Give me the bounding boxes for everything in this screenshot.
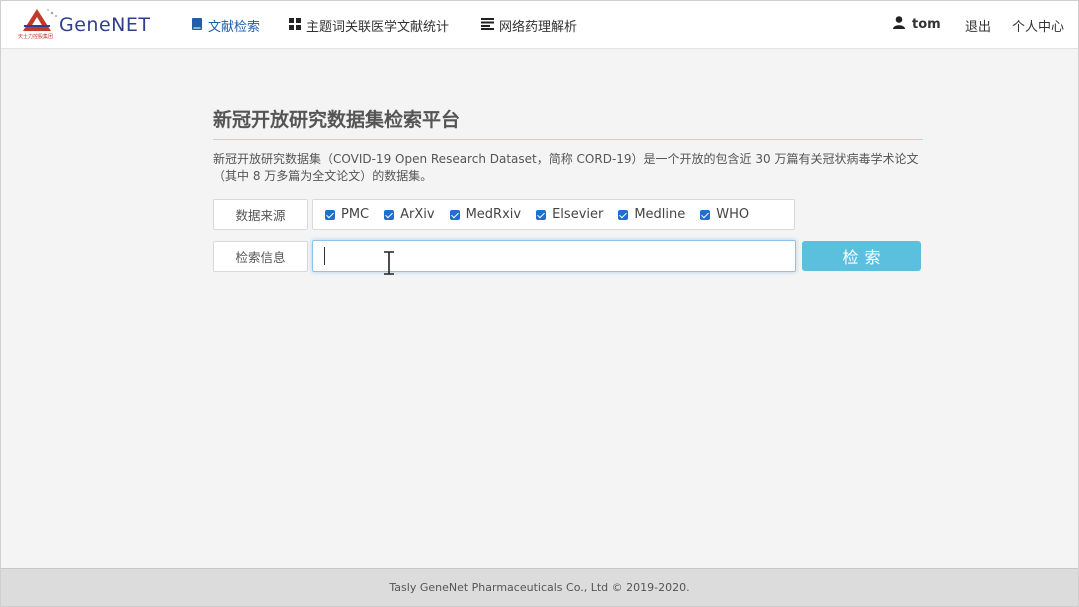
top-navbar: GeneNET 天士力控股集团 文献检索 主题词关联医学文献统计 网络药理解析 … <box>1 1 1078 49</box>
logout-link[interactable]: 退出 <box>965 16 991 35</box>
brand-subtitle: 天士力控股集团 <box>18 34 54 40</box>
grid-icon <box>289 17 301 34</box>
source-option-who[interactable]: WHO <box>700 207 749 222</box>
nav-literature-search[interactable]: 文献检索 <box>192 16 260 35</box>
user-icon <box>893 16 905 33</box>
nav-item-label: 主题词关联医学文献统计 <box>306 20 450 35</box>
copyright-text: Tasly GeneNet Pharmaceuticals Co., Ltd ©… <box>389 581 690 594</box>
username: tom <box>912 17 941 32</box>
text-caret <box>324 247 325 265</box>
user-menu[interactable]: tom <box>893 16 941 33</box>
source-label: 数据来源 <box>213 199 308 230</box>
dataset-description: 新冠开放研究数据集（COVID-19 Open Research Dataset… <box>213 152 919 183</box>
source-option-medline[interactable]: Medline <box>618 207 685 222</box>
list-icon <box>481 17 494 34</box>
source-option-label: WHO <box>716 207 750 222</box>
source-option-label: ArXiv <box>400 207 435 222</box>
nav-item-label: 文献检索 <box>208 20 261 35</box>
nav-mesh-statistics[interactable]: 主题词关联医学文献统计 <box>289 16 449 35</box>
checkbox-checked[interactable] <box>700 209 711 220</box>
source-option-label: MedRxiv <box>465 207 522 222</box>
text-cursor-icon <box>384 251 394 275</box>
checkbox-checked[interactable] <box>449 209 460 220</box>
brand-logo[interactable]: GeneNET 天士力控股集团 <box>15 5 157 45</box>
checkbox-checked[interactable] <box>384 209 395 220</box>
brand-name: GeneNET <box>59 14 151 36</box>
book-icon <box>192 17 203 34</box>
page-title: 新冠开放研究数据集检索平台 <box>213 109 461 131</box>
nav-network-pharmacology[interactable]: 网络药理解析 <box>481 16 577 35</box>
source-option-pmc[interactable]: PMC <box>325 207 369 222</box>
checkbox-checked[interactable] <box>325 209 335 220</box>
source-checkbox-group: PMC ArXiv MedRxiv Elsevier Medline WHO <box>312 199 795 230</box>
checkbox-checked[interactable] <box>618 209 629 220</box>
source-option-arxiv[interactable]: ArXiv <box>384 207 435 222</box>
source-option-label: Medline <box>634 207 686 222</box>
source-option-medrxiv[interactable]: MedRxiv <box>449 207 522 222</box>
checkbox-checked[interactable] <box>536 209 547 220</box>
source-option-label: Elsevier <box>552 207 604 222</box>
profile-link[interactable]: 个人中心 <box>1012 16 1064 35</box>
source-option-elsevier[interactable]: Elsevier <box>536 207 603 222</box>
title-divider <box>213 139 923 140</box>
source-option-label: PMC <box>341 207 370 222</box>
search-button[interactable]: 检索 <box>802 241 921 271</box>
page-footer: Tasly GeneNet Pharmaceuticals Co., Ltd ©… <box>1 568 1078 606</box>
nav-item-label: 网络药理解析 <box>499 20 578 35</box>
query-label: 检索信息 <box>213 241 308 272</box>
